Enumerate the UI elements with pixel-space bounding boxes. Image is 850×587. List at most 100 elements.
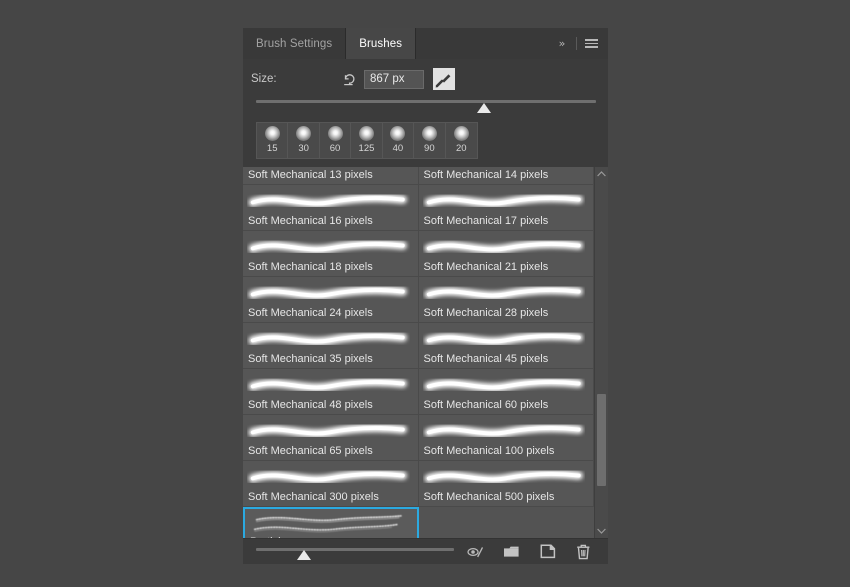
brush-name-label: Soft Mechanical 100 pixels (419, 445, 594, 460)
brush-name-label: Soft Mechanical 13 pixels (243, 169, 418, 184)
delete-brush-icon[interactable] (575, 543, 592, 560)
brush-list-item[interactable]: Soft Mechanical 60 pixels (419, 369, 595, 415)
brush-name-label: Soft Mechanical 18 pixels (243, 261, 418, 276)
brush-list-item[interactable]: Soft Mechanical 28 pixels (419, 277, 595, 323)
brush-stroke-preview (423, 326, 586, 351)
tab-label: Brush Settings (256, 38, 332, 50)
brush-list-empty-slot (419, 507, 595, 538)
brush-list-item[interactable]: Soft Mechanical 18 pixels (243, 231, 419, 277)
size-input[interactable] (364, 70, 424, 89)
brush-name-label: Soft Mechanical 16 pixels (243, 215, 418, 230)
brush-name-label: Soft Mechanical 65 pixels (243, 445, 418, 460)
brush-stroke-preview (423, 372, 586, 397)
brush-name-label: Soft Mechanical 14 pixels (419, 169, 594, 184)
brush-preset-125[interactable]: 125 (351, 123, 382, 158)
brush-preset-thumbnail (422, 126, 437, 141)
brush-name-label: Soft Mechanical 45 pixels (419, 353, 594, 368)
brush-list-item[interactable]: Soft Mechanical 45 pixels (419, 323, 595, 369)
brush-list-item[interactable]: Soft Mechanical 500 pixels (419, 461, 595, 507)
brush-stroke-preview (247, 418, 410, 443)
brush-stroke-preview (247, 188, 410, 213)
scroll-down-icon[interactable] (595, 524, 609, 538)
brush-name-label: Soft Mechanical 21 pixels (419, 261, 594, 276)
brush-preset-size-label: 30 (298, 143, 309, 154)
reset-size-icon[interactable] (340, 70, 358, 88)
brush-preset-thumbnail (265, 126, 280, 141)
brush-list: Soft Mechanical 13 pixelsSoft Mechanical… (243, 167, 594, 538)
tab-brush-settings[interactable]: Brush Settings (243, 28, 346, 59)
brush-name-label: Soft Mechanical 28 pixels (419, 307, 594, 322)
brush-list-item[interactable]: Soft Mechanical 100 pixels (419, 415, 595, 461)
panel-menu-icon[interactable] (584, 36, 599, 51)
brush-list-item[interactable]: Soft Mechanical 21 pixels (419, 231, 595, 277)
brush-name-label: Soft Mechanical 24 pixels (243, 307, 418, 322)
tab-tools-divider (576, 37, 577, 50)
scroll-thumb[interactable] (597, 394, 606, 487)
brush-preset-thumbnail (328, 126, 343, 141)
brush-stroke-preview (247, 280, 410, 305)
brush-name-label: Soft Mechanical 17 pixels (419, 215, 594, 230)
brush-preset-30[interactable]: 30 (288, 123, 319, 158)
tab-bar-spacer (416, 28, 550, 59)
brush-preset-size-label: 125 (359, 143, 375, 154)
brush-stroke-preview (423, 464, 586, 489)
tab-brushes[interactable]: Brushes (346, 28, 416, 59)
brushes-panel: Brush Settings Brushes » Size: (243, 28, 608, 564)
footer-slider-track (256, 548, 454, 551)
size-slider-thumb[interactable] (477, 103, 491, 113)
panel-footer (243, 538, 608, 564)
brush-preset-thumbnail (296, 126, 311, 141)
brush-name-label: Soft Mechanical 60 pixels (419, 399, 594, 414)
brush-preset-40[interactable]: 40 (383, 123, 414, 158)
brush-list-item[interactable]: Soft Mechanical 24 pixels (243, 277, 419, 323)
scroll-up-icon[interactable] (595, 167, 609, 181)
scroll-track[interactable] (595, 181, 608, 524)
brush-tip-preview-icon[interactable] (433, 68, 455, 90)
brush-list-item[interactable]: Soft Mechanical 35 pixels (243, 323, 419, 369)
brush-preset-90[interactable]: 90 (414, 123, 445, 158)
brush-list-item[interactable]: Particles (243, 507, 419, 538)
brush-list-item[interactable]: Soft Mechanical 13 pixels (243, 167, 419, 185)
footer-icon-group (467, 543, 598, 560)
brush-list-item[interactable]: Soft Mechanical 17 pixels (419, 185, 595, 231)
size-row: Size: (243, 68, 608, 90)
brush-preset-thumbnail (359, 126, 374, 141)
brush-preset-size-label: 20 (456, 143, 467, 154)
brush-preset-thumbnail (454, 126, 469, 141)
brush-stroke-preview (247, 464, 410, 489)
brush-preset-size-label: 90 (424, 143, 435, 154)
brush-list-item[interactable]: Soft Mechanical 65 pixels (243, 415, 419, 461)
brush-list-scrollbar[interactable] (594, 167, 608, 538)
brush-preset-size-label: 60 (330, 143, 341, 154)
brush-preset-size-label: 40 (393, 143, 404, 154)
panel-tab-bar: Brush Settings Brushes » (243, 28, 608, 59)
brush-stroke-preview (423, 234, 586, 259)
brush-preset-thumbnail (390, 126, 405, 141)
brush-stroke-preview (247, 372, 410, 397)
brush-preset-20[interactable]: 20 (446, 123, 477, 158)
footer-size-slider[interactable] (256, 544, 454, 560)
brush-name-label: Soft Mechanical 35 pixels (243, 353, 418, 368)
hamburger-icon (585, 39, 598, 48)
brush-name-label: Soft Mechanical 48 pixels (243, 399, 418, 414)
brush-list-item[interactable]: Soft Mechanical 14 pixels (419, 167, 595, 185)
panel-tab-tools: » (550, 28, 608, 59)
new-brush-group-icon[interactable] (503, 543, 520, 560)
brush-stroke-preview (423, 418, 586, 443)
collapse-panel-icon[interactable]: » (554, 36, 569, 51)
brush-list-item[interactable]: Soft Mechanical 300 pixels (243, 461, 419, 507)
brush-list-item[interactable]: Soft Mechanical 16 pixels (243, 185, 419, 231)
reset-arrow-icon (342, 72, 357, 86)
brush-stroke-preview (423, 280, 586, 305)
brush-stroke-preview (423, 188, 586, 213)
toggle-brush-preview-icon[interactable] (467, 543, 484, 560)
brush-preset-15[interactable]: 15 (257, 123, 288, 158)
size-slider[interactable] (256, 98, 596, 114)
footer-slider-thumb[interactable] (297, 550, 311, 560)
double-chevron-right-icon: » (559, 38, 565, 49)
brush-preset-60[interactable]: 60 (320, 123, 351, 158)
tab-label: Brushes (359, 38, 402, 50)
size-slider-track (256, 100, 596, 103)
create-new-brush-icon[interactable] (539, 543, 556, 560)
brush-list-item[interactable]: Soft Mechanical 48 pixels (243, 369, 419, 415)
